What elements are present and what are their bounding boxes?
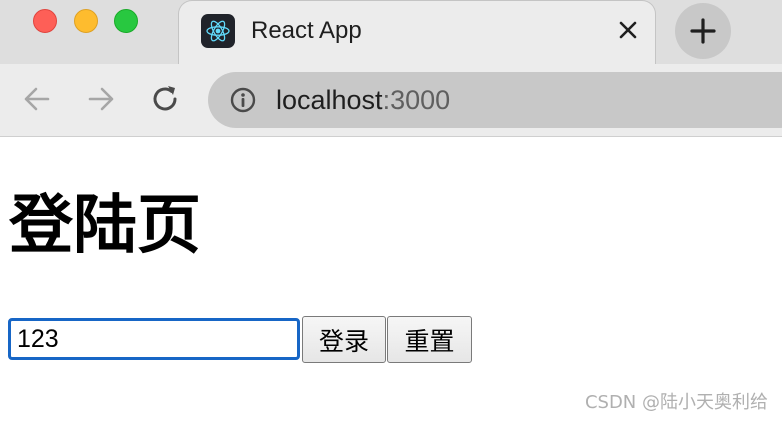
reload-button[interactable]: [148, 82, 182, 116]
url-text[interactable]: localhost:3000: [276, 84, 450, 116]
window-minimize-button[interactable]: [74, 9, 98, 33]
react-logo-icon: [201, 14, 235, 48]
reset-button[interactable]: 重置: [387, 316, 472, 363]
text-input[interactable]: [8, 318, 300, 360]
tab-react-app[interactable]: React App: [178, 0, 656, 64]
info-icon[interactable]: [230, 87, 256, 113]
window-close-button[interactable]: [33, 9, 57, 33]
tab-title: React App: [251, 17, 362, 44]
url-host: localhost: [276, 85, 383, 115]
back-button[interactable]: [20, 82, 54, 116]
arrow-left-icon: [24, 87, 50, 111]
browser-toolbar: localhost:3000: [0, 64, 782, 137]
window-zoom-button[interactable]: [114, 9, 138, 33]
tab-bar: React App: [0, 0, 782, 64]
url-port: :3000: [382, 85, 451, 115]
reload-icon: [153, 86, 177, 111]
login-button[interactable]: 登录: [302, 316, 386, 363]
watermark: CSDN @陆小天奥利给: [584, 392, 768, 413]
new-tab-button[interactable]: [675, 3, 731, 59]
browser-window: React App localhost:3000 登陆页 123 登录 重置 C…: [0, 0, 782, 422]
arrow-right-icon: [88, 87, 114, 111]
plus-icon: [690, 18, 716, 44]
page-title: 登陆页: [9, 189, 201, 263]
address-bar[interactable]: localhost:3000: [208, 72, 782, 128]
forward-button[interactable]: [84, 82, 118, 116]
close-icon[interactable]: [615, 17, 641, 43]
page-content: 登陆页 登录 重置 CSDN @陆小天奥利给: [0, 138, 782, 422]
